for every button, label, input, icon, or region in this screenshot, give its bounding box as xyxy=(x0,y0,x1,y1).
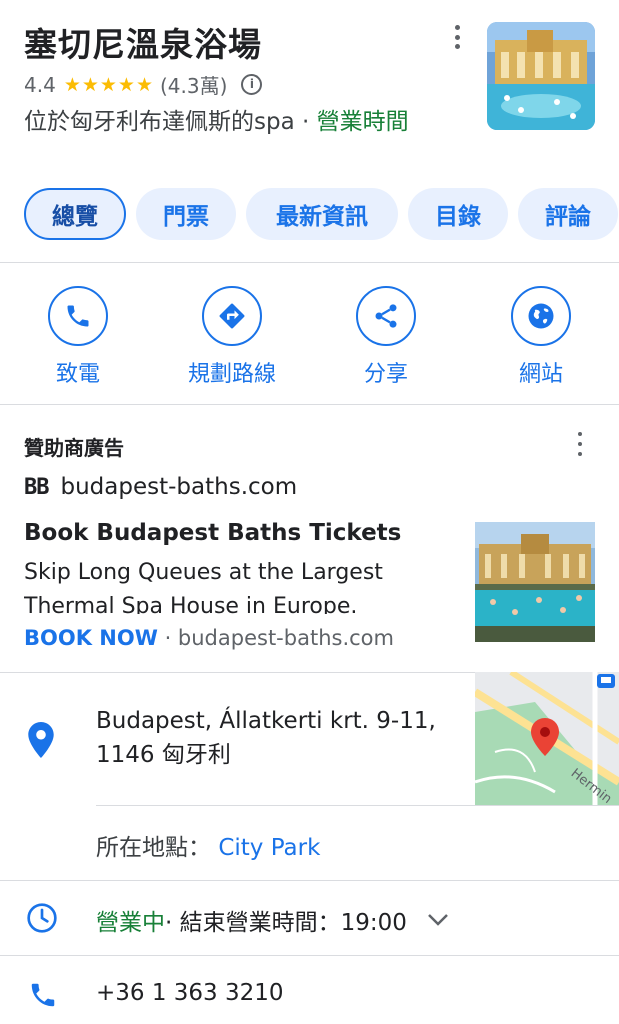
address-line-2: 1146 匈牙利 xyxy=(96,742,231,768)
address-line-1: Budapest, Állatkerti krt. 9-11, xyxy=(96,708,436,734)
tab-directory[interactable]: 目錄 xyxy=(408,188,508,240)
share-icon[interactable] xyxy=(356,286,416,346)
info-icon[interactable]: i xyxy=(241,74,263,95)
directions-label: 規劃路線 xyxy=(187,362,276,387)
ad-cta-domain: · budapest-baths.com xyxy=(157,626,394,650)
divider xyxy=(96,805,475,806)
place-title: 塞切尼溫泉浴場 xyxy=(24,25,262,64)
website-label: 網站 xyxy=(518,362,563,387)
tab-reviews[interactable]: 評論 xyxy=(518,188,618,240)
phone-icon[interactable] xyxy=(48,286,108,346)
share-label: 分享 xyxy=(363,362,408,387)
ad-domain: budapest-baths.com xyxy=(60,474,298,500)
divider xyxy=(0,955,619,956)
directions-action[interactable]: 規劃路線 xyxy=(172,286,292,388)
call-label: 致電 xyxy=(55,362,100,387)
divider xyxy=(475,805,619,806)
rating-row[interactable]: 4.4 ★★★★★ (4.3萬) i xyxy=(24,70,263,99)
ad-body: Skip Long Queues at the Largest Thermal … xyxy=(24,560,383,614)
map-thumbnail[interactable]: Hermin xyxy=(475,672,619,806)
star-rating-icon: ★★★★★ xyxy=(63,73,154,96)
globe-icon[interactable] xyxy=(511,286,571,346)
sponsored-label: 贊助商廣告 xyxy=(24,436,124,460)
separator: · xyxy=(294,109,317,135)
ad-image[interactable] xyxy=(475,522,595,642)
closing-time: · 結束營業時間：19:00 xyxy=(165,910,407,936)
phone-number[interactable]: +36 1 363 3210 xyxy=(96,980,284,1006)
share-action[interactable]: 分享 xyxy=(326,286,446,388)
advertiser-logo: BB xyxy=(24,474,49,500)
chevron-down-icon[interactable] xyxy=(427,907,449,933)
divider xyxy=(0,404,619,405)
located-in-row: 所在地點： City Park xyxy=(96,828,320,862)
rating-value: 4.4 xyxy=(24,72,56,97)
review-count: (4.3萬) xyxy=(159,74,228,98)
ad-cta-row[interactable]: BOOK NOW · budapest-baths.com xyxy=(24,626,394,650)
phone-icon xyxy=(28,980,58,1014)
hours-row[interactable]: 營業中 · 結束營業時間：19:00 xyxy=(96,903,449,937)
tab-tickets[interactable]: 門票 xyxy=(136,188,236,240)
located-in-label: 所在地點： xyxy=(96,835,211,861)
ad-title[interactable]: Book Budapest Baths Tickets xyxy=(24,520,401,546)
open-status: 營業中 xyxy=(96,910,165,936)
call-action[interactable]: 致電 xyxy=(18,286,138,388)
category-text: 位於匈牙利布達佩斯的spa xyxy=(24,109,295,135)
address-text[interactable]: Budapest, Állatkerti krt. 9-11, 1146 匈牙利 xyxy=(96,704,456,772)
location-pin-icon xyxy=(28,722,54,762)
divider xyxy=(0,262,619,263)
website-action[interactable]: 網站 xyxy=(481,286,601,388)
divider xyxy=(0,672,475,673)
clock-icon xyxy=(26,902,58,938)
city-park-link[interactable]: City Park xyxy=(218,835,320,861)
tab-bar: 總覽 門票 最新資訊 目錄 評論 xyxy=(24,188,618,240)
place-photo[interactable] xyxy=(487,22,595,130)
more-options-icon[interactable] xyxy=(446,22,468,52)
hours-link[interactable]: 營業時間 xyxy=(317,109,409,135)
divider xyxy=(0,880,619,881)
tab-updates[interactable]: 最新資訊 xyxy=(246,188,398,240)
book-now-link[interactable]: BOOK NOW xyxy=(24,626,158,650)
tab-overview[interactable]: 總覽 xyxy=(24,188,126,240)
place-description: 位於匈牙利布達佩斯的spa · 營業時間 xyxy=(24,104,444,140)
ad-more-options-icon[interactable] xyxy=(570,432,590,456)
directions-icon[interactable] xyxy=(202,286,262,346)
ad-domain-row[interactable]: BB budapest-baths.com xyxy=(24,474,297,500)
